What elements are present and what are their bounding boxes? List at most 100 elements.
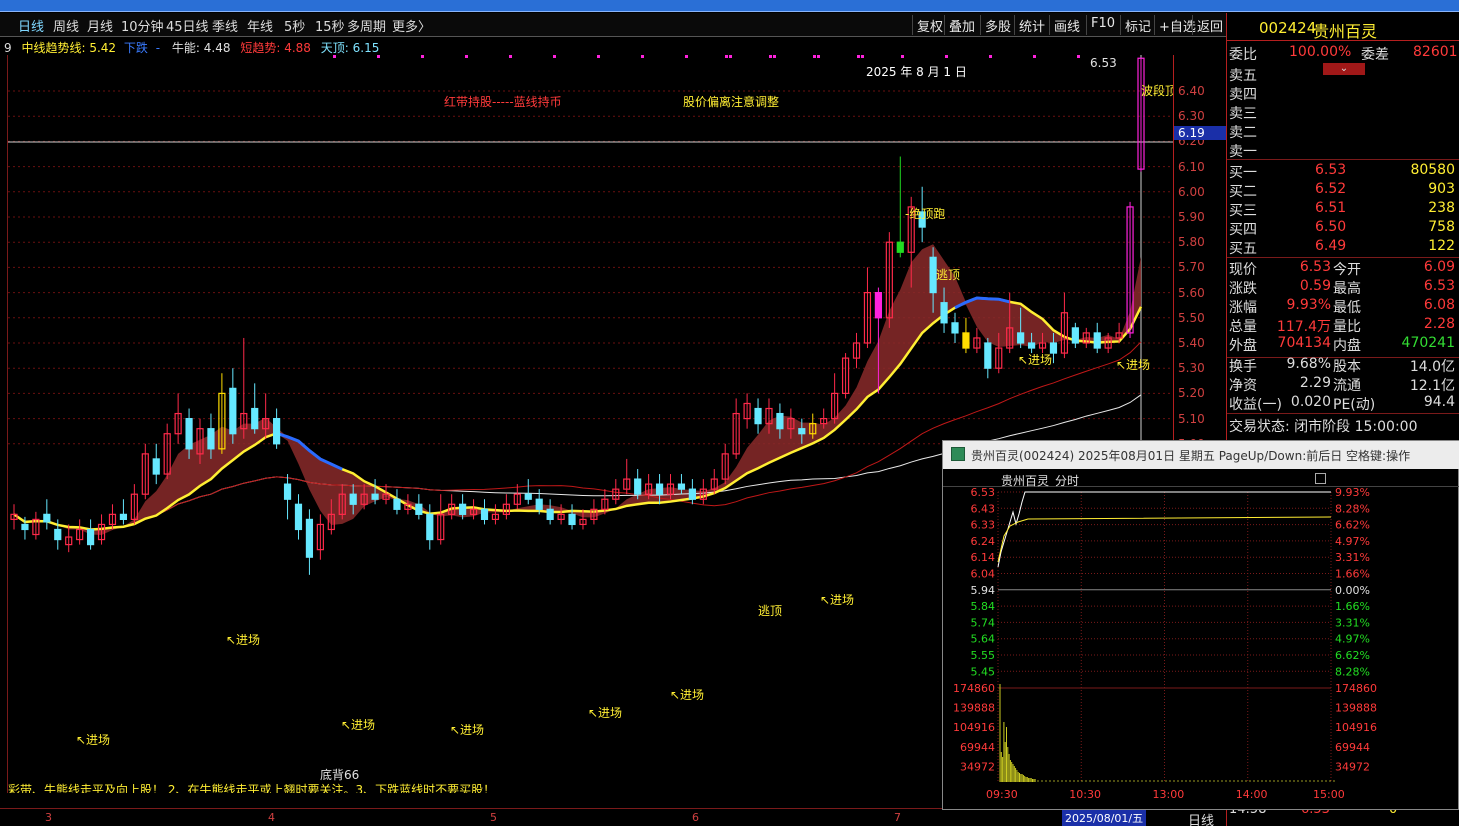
multi-stock-button[interactable]: 多股 [980,15,1015,35]
popup-titlebar[interactable]: 贵州百灵(002424) 2025年08月01日 星期五 PageUp/Down… [943,441,1459,469]
buy-price: 6.50 [1315,219,1347,235]
stat-value: 704134 [1277,335,1331,351]
drawing-button[interactable]: 画线 [1049,15,1084,35]
intraday-pct-label: 3.31% [1335,551,1370,564]
buy-volume: 758 [1428,219,1455,235]
tab-45day[interactable]: 45日线 [166,16,209,35]
stat-row: 总量 117.4万 量比 2.28 [1229,316,1459,335]
tab-multi-period[interactable]: 多周期 [347,16,386,35]
candle-body [251,407,259,430]
signal-dot [945,55,948,58]
stock-name: 贵州百灵 [1313,22,1378,41]
bottom-divergence-label: 底背66 [320,767,359,782]
tab-15sec[interactable]: 15秒 [315,16,345,35]
volume-label: 69944 [960,741,995,754]
intraday-price-label: 5.94 [971,584,996,597]
candle-body [1017,332,1025,344]
tab-more[interactable]: 更多〉 [392,16,431,35]
tab-quarter[interactable]: 季线 [212,16,238,35]
restore-rights-button[interactable]: 复权 [912,15,947,35]
overlay-button[interactable]: 叠加 [944,15,979,35]
peak-escape-signal: -绝顶跑 [905,206,945,221]
candle-body [896,241,904,253]
buy-row: 买二 6.52 903 [1229,181,1459,200]
signal-dot [333,55,336,58]
volume-label: 174860 [953,682,995,695]
sell-row: 卖三 [1229,103,1459,122]
f10-button[interactable]: F10 [1086,15,1119,35]
stat-value: 470241 [1401,335,1455,351]
x-label-7: 7 [894,811,901,824]
maximize-icon[interactable] [1315,473,1326,484]
stat-row: 涨跌 0.59 最高 6.53 [1229,278,1459,297]
buy-label: 买三 [1229,203,1257,219]
sell-label: 卖一 [1229,144,1257,160]
stat-label: 外盘 [1229,338,1257,354]
candle-body [21,523,29,531]
stat-value: 9.93% [1286,297,1331,313]
candle-body [273,418,281,445]
stat-value: 6.53 [1299,259,1331,275]
intraday-pct-label: 1.66% [1335,568,1370,581]
candle-body [459,503,467,515]
buy-label: 买二 [1229,184,1257,200]
volume-label-right: 104916 [1335,721,1377,734]
candle-body [415,503,423,515]
signal-dot [769,55,772,58]
candle-body [776,412,784,430]
intraday-pct-label: 8.28% [1335,502,1370,515]
entry-signal: ↖进场 [588,706,622,720]
signal-dot [553,55,556,58]
trade-status: 交易状态: 闭市阶段 15:00:00 [1229,416,1459,435]
signal-dot [1077,55,1080,58]
mark-button[interactable]: 标记 [1120,15,1155,35]
intraday-price-label: 5.84 [971,600,996,613]
volume-label: 34972 [960,760,995,773]
candle-body [426,513,434,541]
buy-volume: 238 [1428,200,1455,216]
stat-value: 6.53 [1423,278,1455,294]
back-button[interactable]: 返回 [1192,15,1227,35]
candle-body [951,322,959,334]
volume-label-right: 69944 [1335,741,1370,754]
intraday-chart: 6.53 9.93% 6.43 8.28% 6.33 6.62% 6.24 4.97% 6.14… [953,488,1377,801]
signal-dot [685,55,688,58]
intraday-price-label: 6.04 [971,568,996,581]
weicha-label: 委差 [1361,47,1389,63]
top-label: 天顶: [320,41,349,55]
tab-yearly[interactable]: 年线 [247,16,273,35]
intraday-pct-label: 6.62% [1335,519,1370,532]
candle-body [207,428,215,450]
escape-signal: 逃顶 [936,268,960,282]
entry-signal: ↖进场 [670,688,704,702]
tab-5sec[interactable]: 5秒 [284,16,305,35]
signal-dot [725,55,728,58]
candle-body [86,528,95,546]
tab-10min[interactable]: 10分钟 [121,16,164,35]
stat-value: 2.29 [1299,375,1331,391]
candle-body [119,513,128,520]
statistics-button[interactable]: 统计 [1014,15,1049,35]
y-label: 5.60 [1178,285,1205,300]
intraday-price-label: 6.33 [971,519,996,532]
tab-monthly[interactable]: 月线 [87,16,113,35]
y-label: 5.30 [1178,361,1205,376]
stat-label: 收益(一) [1229,397,1282,413]
stat-label: 涨幅 [1229,300,1257,316]
price-tag: 6.53 [1090,56,1117,70]
wave-top-label: 波段顶 [1141,83,1174,98]
intraday-pct-label: 4.97% [1335,535,1370,548]
tab-daily[interactable]: 日线 [18,16,44,35]
trade-status-text: 交易状态: 闭市阶段 15:00:00 [1229,419,1418,435]
strategy-note-red: 红带持股-----蓝线持币 [444,94,562,109]
webi-row: 委比 100.00% 委差 82601 [1229,44,1459,63]
stat-value: 6.09 [1423,259,1455,275]
buy-row: 买三 6.51 238 [1229,200,1459,219]
stat-value: 0.020 [1290,394,1331,410]
stock-code: 002424 [1259,19,1317,37]
intraday-popup[interactable]: 贵州百灵(002424) 2025年08月01日 星期五 PageUp/Down… [942,440,1459,810]
tab-weekly[interactable]: 周线 [53,16,79,35]
y-label: 5.40 [1178,336,1205,350]
stat-label: 现价 [1229,262,1257,278]
intraday-pct-label: 4.97% [1335,633,1370,646]
